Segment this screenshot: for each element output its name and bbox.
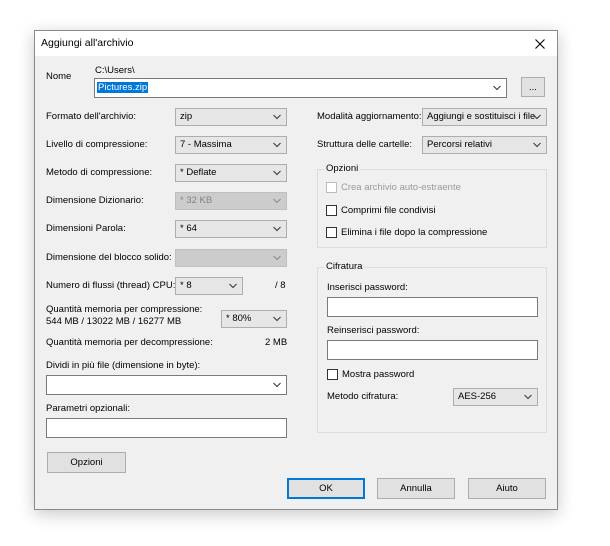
- method-value: * Deflate: [180, 167, 217, 178]
- memory-decompression-label: Quantità memoria per decompressione:: [46, 337, 213, 348]
- checkbox-box: [327, 369, 338, 380]
- shared-files-checkbox-label: Comprimi file condivisi: [341, 205, 436, 216]
- ok-button[interactable]: OK: [287, 478, 365, 499]
- format-select[interactable]: zip: [175, 108, 287, 126]
- update-mode-value: Aggiungi e sostituisci i file: [427, 111, 536, 122]
- chevron-down-icon: [273, 198, 281, 204]
- chevron-down-icon: [524, 394, 532, 400]
- threads-max: / 8: [275, 280, 286, 291]
- format-value: zip: [180, 111, 193, 122]
- level-value: 7 - Massima: [180, 139, 232, 150]
- memory-compression-detail: 544 MB / 13022 MB / 16277 MB: [46, 316, 182, 327]
- parameters-label: Parametri opzionali:: [46, 403, 130, 414]
- memory-usage-value: * 80%: [226, 313, 252, 324]
- solid-block-label: Dimensione del blocco solido:: [46, 252, 172, 263]
- archive-name-value: Pictures.zip: [97, 82, 149, 93]
- encryption-method-label: Metodo cifratura:: [327, 391, 399, 402]
- chevron-down-icon: [229, 283, 237, 289]
- threads-label: Numero di flussi (thread) CPU:: [46, 280, 176, 291]
- options-group: Opzioni Crea archivio auto-estraente Com…: [317, 163, 547, 248]
- close-icon: [535, 38, 545, 49]
- close-button[interactable]: [523, 31, 557, 56]
- method-label: Metodo di compressione:: [46, 167, 153, 178]
- threads-select[interactable]: * 8: [175, 277, 243, 295]
- delete-after-checkbox-label: Elimina i file dopo la compressione: [341, 227, 488, 238]
- password-label: Inserisci password:: [327, 282, 408, 293]
- chevron-down-icon: [533, 142, 541, 148]
- parameters-input[interactable]: [46, 418, 287, 438]
- archive-name-combo[interactable]: Pictures.zip: [94, 78, 507, 98]
- checkbox-box: [326, 227, 337, 238]
- options-button[interactable]: Opzioni: [47, 452, 126, 473]
- solid-block-select[interactable]: [175, 249, 287, 267]
- folder-structure-label: Struttura delle cartelle:: [317, 139, 413, 150]
- title-bar: Aggiungi all'archivio: [35, 31, 557, 56]
- method-select[interactable]: * Deflate: [175, 164, 287, 182]
- add-to-archive-dialog: Aggiungi all'archivio Nome C:\Users\ Pic…: [34, 30, 558, 510]
- memory-compression-label: Quantità memoria per compressione:: [46, 304, 203, 315]
- level-label: Livello di compressione:: [46, 139, 148, 150]
- word-size-select[interactable]: * 64: [175, 220, 287, 238]
- split-volumes-combo[interactable]: [46, 375, 287, 395]
- encryption-group-title: Cifratura: [324, 261, 365, 273]
- sfx-checkbox[interactable]: Crea archivio auto-estraente: [326, 182, 461, 193]
- word-size-value: * 64: [180, 223, 197, 234]
- memory-usage-select[interactable]: * 80%: [221, 310, 287, 328]
- chevron-down-icon: [273, 255, 281, 261]
- folder-structure-value: Percorsi relativi: [427, 139, 492, 150]
- checkbox-box: [326, 205, 337, 216]
- memory-decompression-value: 2 MB: [265, 337, 288, 348]
- show-password-label: Mostra password: [342, 369, 415, 380]
- chevron-down-icon: [273, 316, 281, 322]
- chevron-down-icon: [493, 85, 501, 91]
- archive-path: C:\Users\: [95, 65, 135, 76]
- show-password-checkbox[interactable]: Mostra password: [327, 369, 414, 380]
- level-select[interactable]: 7 - Massima: [175, 136, 287, 154]
- encryption-method-value: AES-256: [458, 391, 497, 402]
- dictionary-label: Dimensione Dizionario:: [46, 195, 144, 206]
- word-size-label: Dimensioni Parola:: [46, 223, 126, 234]
- encryption-method-select[interactable]: AES-256: [453, 388, 538, 406]
- dictionary-select[interactable]: * 32 KB: [175, 192, 287, 210]
- chevron-down-icon: [273, 382, 281, 388]
- threads-value: * 8: [180, 280, 192, 291]
- shared-files-checkbox[interactable]: Comprimi file condivisi: [326, 205, 436, 216]
- chevron-down-icon: [273, 226, 281, 232]
- sfx-checkbox-label: Crea archivio auto-estraente: [341, 182, 461, 193]
- chevron-down-icon: [273, 170, 281, 176]
- checkbox-box: [326, 182, 337, 193]
- folder-structure-select[interactable]: Percorsi relativi: [422, 136, 547, 154]
- cancel-button[interactable]: Annulla: [377, 478, 455, 499]
- delete-after-checkbox[interactable]: Elimina i file dopo la compressione: [326, 227, 487, 238]
- update-mode-label: Modalità aggiornamento:: [317, 111, 422, 122]
- split-label: Dividi in più file (dimensione in byte):: [46, 360, 201, 371]
- repassword-input[interactable]: [327, 340, 538, 360]
- repassword-label: Reinserisci password:: [327, 325, 420, 336]
- name-label: Nome: [46, 71, 72, 82]
- format-label: Formato dell'archivio:: [46, 111, 136, 122]
- options-group-title: Opzioni: [324, 163, 361, 175]
- password-input[interactable]: [327, 297, 538, 317]
- update-mode-select[interactable]: Aggiungi e sostituisci i file: [422, 108, 547, 126]
- browse-button[interactable]: ...: [521, 77, 545, 97]
- encryption-group: Cifratura Inserisci password: Reinserisc…: [317, 261, 547, 433]
- dictionary-value: * 32 KB: [180, 195, 213, 206]
- chevron-down-icon: [273, 142, 281, 148]
- help-button[interactable]: Aiuto: [468, 478, 546, 499]
- chevron-down-icon: [533, 114, 541, 120]
- window-title: Aggiungi all'archivio: [41, 37, 134, 49]
- chevron-down-icon: [273, 114, 281, 120]
